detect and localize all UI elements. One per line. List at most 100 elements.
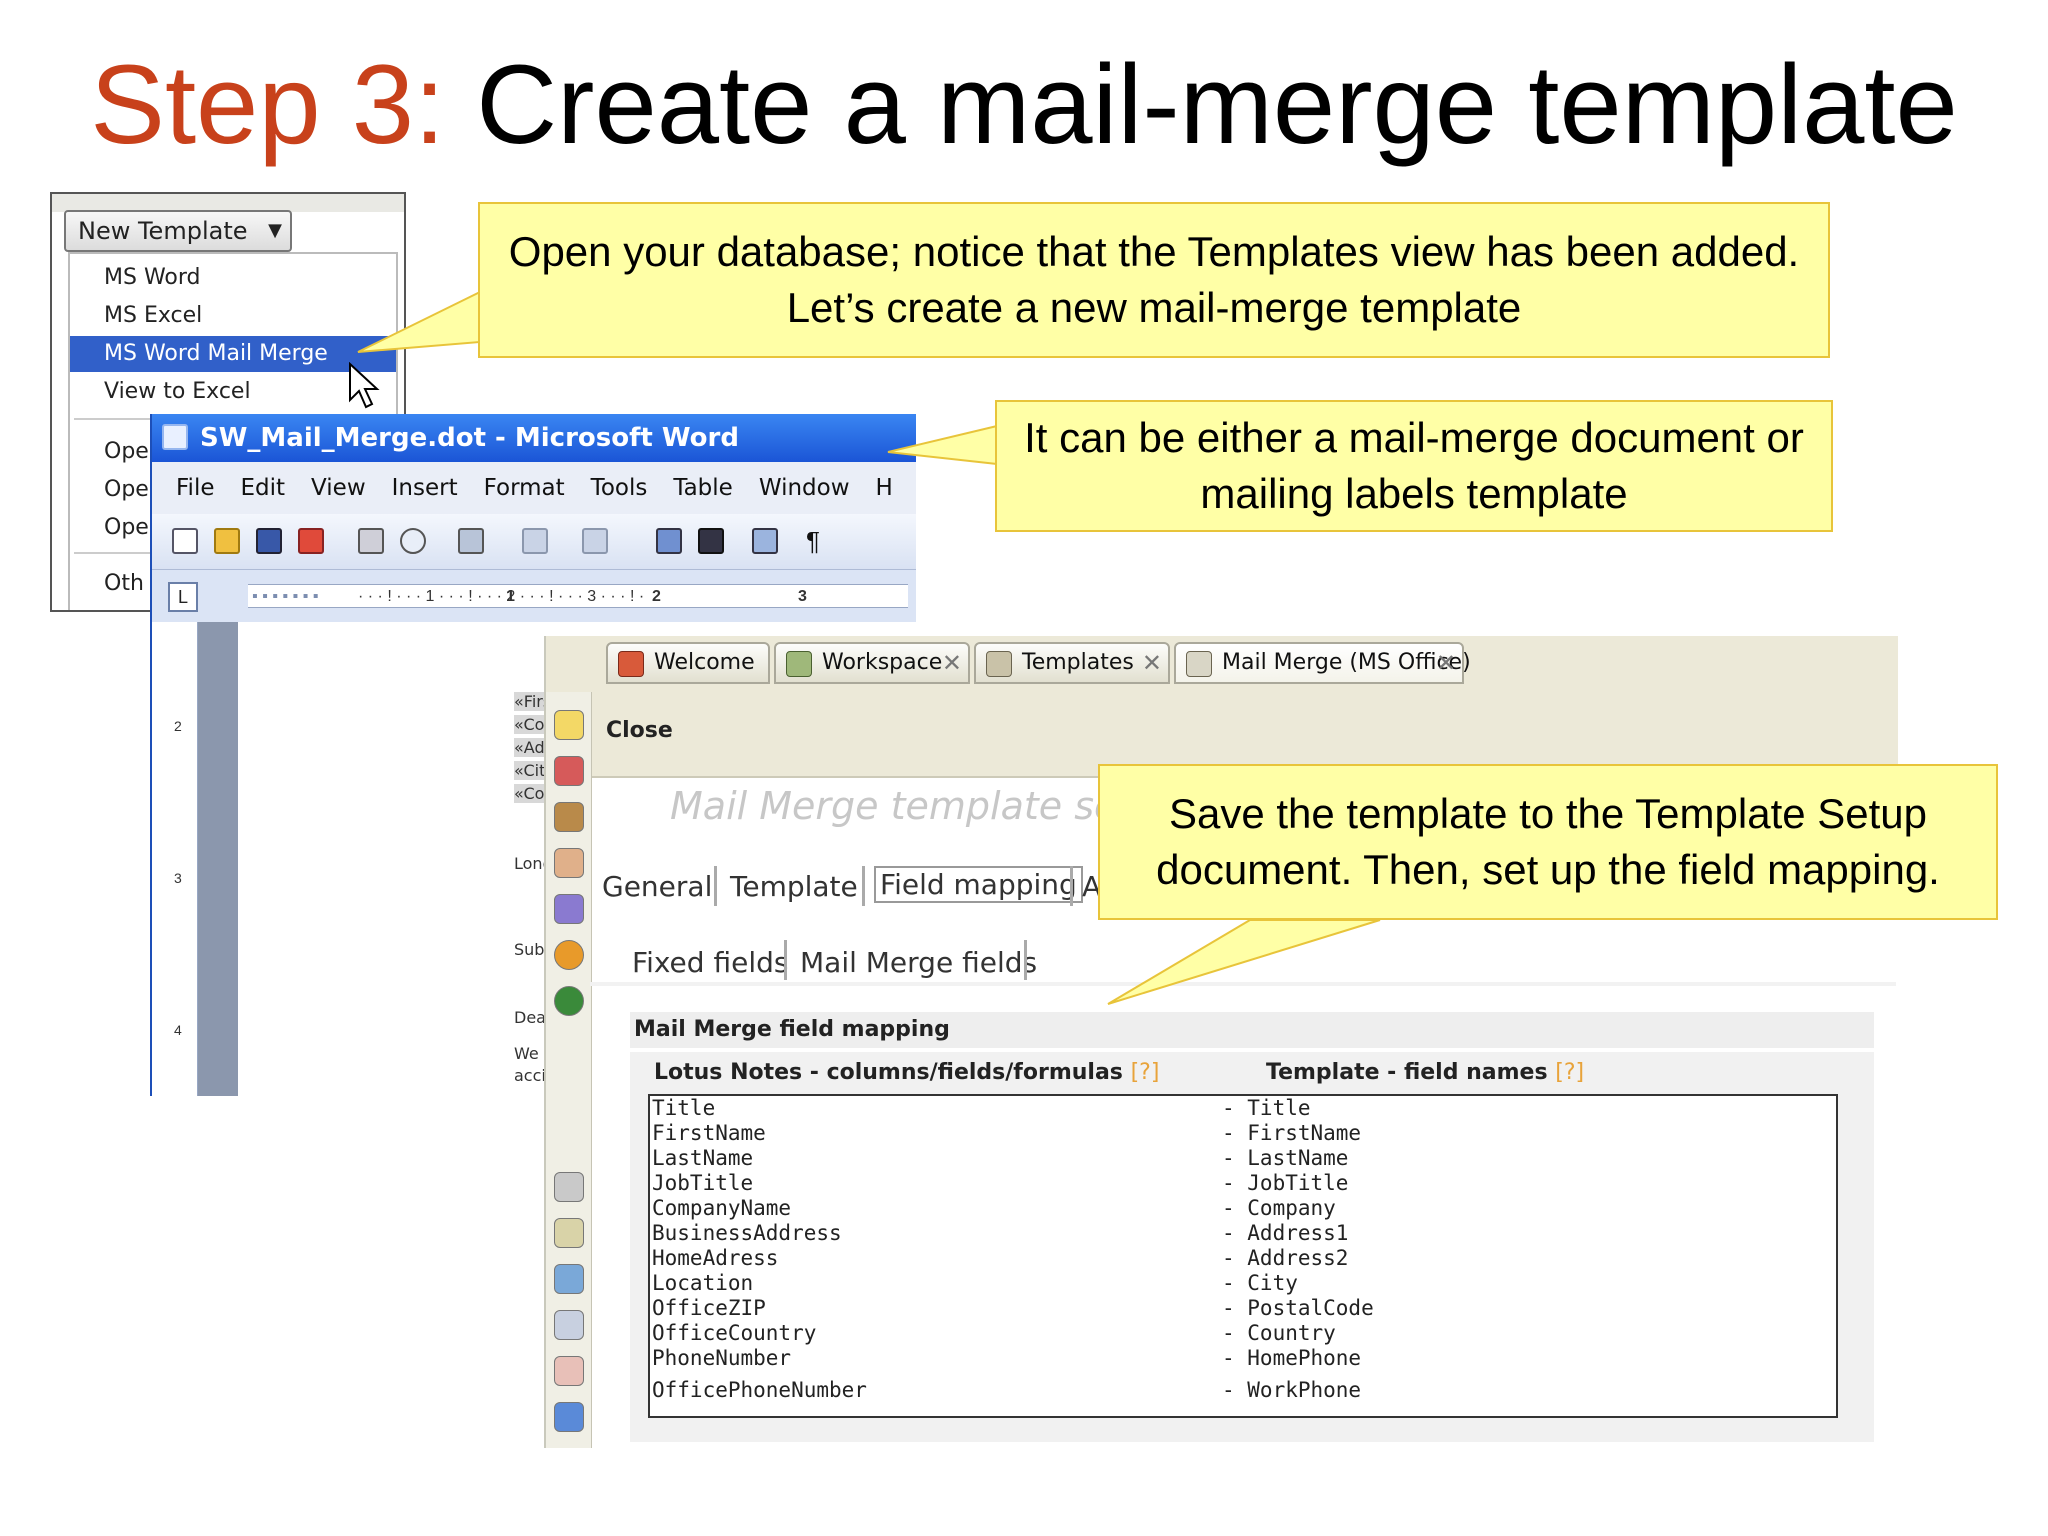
notes-tab-strip: Welcome Workspace ✕ Templates ✕ Mail Mer… (546, 636, 1898, 692)
save-icon[interactable] (256, 528, 282, 554)
menu-edit[interactable]: Edit (241, 475, 286, 501)
tab-templates-label: Templates (1022, 650, 1134, 675)
title-text: Create a mail-merge template (476, 42, 1958, 167)
tab-separator (714, 866, 717, 906)
vruler-mark-4: 4 (174, 1022, 182, 1038)
mapping-row: HomeAdress - Address2 (652, 1246, 1349, 1270)
close-icon[interactable]: ✕ (1436, 644, 1456, 682)
research-icon[interactable] (458, 528, 484, 554)
columns-icon[interactable] (698, 528, 724, 554)
new-template-button[interactable]: New Template ▼ (64, 210, 292, 252)
mapping-row: LastName - LastName (652, 1146, 1349, 1170)
menu-window[interactable]: Window (759, 475, 850, 501)
slide-title: Step 3: Create a mail-merge template (0, 40, 2048, 170)
mapping-row: OfficeCountry - Country (652, 1321, 1336, 1345)
form-tab-field-mapping[interactable]: Field mapping (874, 866, 1083, 903)
tab-welcome-label: Welcome (654, 650, 755, 675)
menu-file[interactable]: File (176, 475, 215, 501)
open-folder-icon[interactable] (214, 528, 240, 554)
menu-item-ms-word[interactable]: MS Word (70, 260, 396, 296)
mouse-cursor-icon (349, 362, 380, 409)
show-formatting-icon[interactable]: ¶ (800, 528, 826, 554)
subtab-fixed-fields[interactable]: Fixed fields (632, 946, 788, 979)
pencil-icon[interactable] (554, 1356, 584, 1386)
insert-table-icon[interactable] (656, 528, 682, 554)
left-column-header: Lotus Notes - columns/fields/formulas [?… (654, 1060, 1159, 1085)
title-step-label: Step 3: (90, 42, 446, 167)
close-button[interactable]: Close (606, 718, 673, 743)
mapping-row: BusinessAddress - Address1 (652, 1221, 1349, 1245)
contacts-icon[interactable] (554, 894, 584, 924)
page-margin-area (198, 622, 238, 1096)
workspace-bookmark-icon[interactable] (554, 1264, 584, 1294)
left-column-header-text: Lotus Notes - columns/fields/formulas (654, 1060, 1123, 1085)
tab-stop-selector[interactable]: L (168, 582, 198, 612)
templates-icon (986, 651, 1012, 677)
calendar-icon[interactable] (554, 756, 584, 786)
subtab-mail-merge-fields[interactable]: Mail Merge fields (800, 946, 1037, 979)
todo-icon[interactable] (554, 848, 584, 878)
table-icon[interactable] (554, 1310, 584, 1340)
right-column-header-text: Template - field names (1266, 1060, 1548, 1085)
notes-bookmark-bar (546, 692, 592, 1448)
address-book-icon[interactable] (554, 802, 584, 832)
vruler-mark-3: 3 (174, 870, 182, 886)
word-document-icon (162, 424, 188, 450)
notebook-icon[interactable] (554, 1218, 584, 1248)
print-preview-icon[interactable] (400, 528, 426, 554)
help-link[interactable]: [?] (1131, 1060, 1160, 1085)
ruler-mark-2: 2 (652, 588, 661, 605)
callout-document-type: It can be either a mail-merge document o… (995, 400, 1833, 532)
chart-icon[interactable] (554, 1402, 584, 1432)
sametime-icon[interactable] (554, 986, 584, 1016)
tab-workspace[interactable]: Workspace ✕ (774, 642, 970, 684)
menu-tools[interactable]: Tools (591, 475, 648, 501)
right-column-header: Template - field names [?] (1266, 1060, 1584, 1085)
pdf-icon[interactable] (298, 528, 324, 554)
close-icon[interactable]: ✕ (942, 644, 962, 682)
menu-insert[interactable]: Insert (392, 475, 458, 501)
document-icon (1186, 651, 1212, 677)
mail-icon[interactable] (554, 710, 584, 740)
menu-item-ms-excel[interactable]: MS Excel (70, 298, 396, 334)
field-mapping-textbox[interactable]: Title - Title FirstName - FirstName LastNa… (648, 1094, 1838, 1418)
new-document-icon[interactable] (172, 528, 198, 554)
tab-templates[interactable]: Templates ✕ (974, 642, 1170, 684)
tab-welcome[interactable]: Welcome (606, 642, 770, 684)
word-titlebar[interactable]: SW_Mail_Merge.dot - Microsoft Word (152, 414, 916, 462)
mapping-row: CompanyName - Company (652, 1196, 1336, 1220)
word-window-title: SW_Mail_Merge.dot - Microsoft Word (200, 423, 739, 453)
menu-format[interactable]: Format (484, 475, 565, 501)
word-vertical-ruler: 2 3 4 (168, 622, 198, 1096)
menu-help[interactable]: H (876, 475, 893, 501)
mapping-row: OfficePhoneNumber - WorkPhone (652, 1378, 1362, 1402)
drawing-icon[interactable] (752, 528, 778, 554)
undo-icon[interactable] (522, 528, 548, 554)
database-icon[interactable] (554, 1172, 584, 1202)
vruler-mark-2: 2 (174, 718, 182, 734)
form-tab-general[interactable]: General (602, 870, 712, 903)
form-tab-template[interactable]: Template (730, 870, 858, 903)
replication-icon[interactable] (554, 940, 584, 970)
callout-save-template: Save the template to the Template Setup … (1098, 764, 1998, 920)
menu-view[interactable]: View (311, 475, 366, 501)
mapping-row: FirstName - FirstName (652, 1121, 1362, 1145)
menu-table[interactable]: Table (673, 475, 732, 501)
section-heading-field-mapping: Mail Merge field mapping (630, 1012, 1874, 1048)
tab-separator (1070, 866, 1073, 906)
callout-save-template-text: Save the template to the Template Setup … (1156, 790, 1940, 893)
ruler-mark-1: 1 (506, 588, 515, 605)
mapping-row: Title - Title (652, 1096, 1311, 1120)
help-link[interactable]: [?] (1555, 1060, 1584, 1085)
divider (590, 982, 1896, 986)
subtab-separator (1024, 940, 1027, 980)
close-icon[interactable]: ✕ (1142, 644, 1162, 682)
redo-icon[interactable] (582, 528, 608, 554)
form-title: Mail Merge template setu (670, 784, 1157, 828)
word-menubar: File Edit View Insert Format Tools Table… (152, 462, 916, 514)
print-icon[interactable] (358, 528, 384, 554)
new-template-label: New Template (78, 217, 248, 245)
tab-mail-merge-ms-office[interactable]: Mail Merge (MS Office) ✕ (1174, 642, 1471, 684)
callout-open-database-text: Open your database; notice that the Temp… (508, 228, 1800, 331)
subtab-separator (784, 940, 787, 980)
